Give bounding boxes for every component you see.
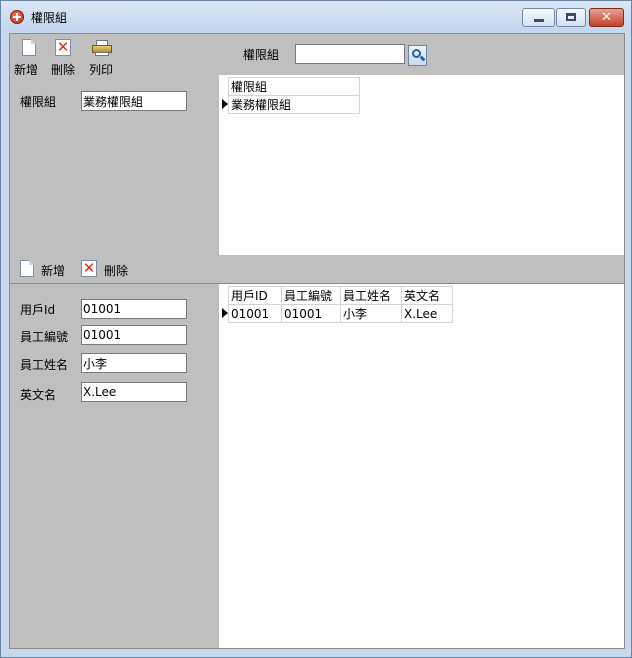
english-name-label: 英文名 <box>20 388 57 402</box>
user-grid-panel: 用戶ID 員工編號 員工姓名 英文名 01001 01001 小李 X.Lee <box>219 284 624 648</box>
group-label: 權限組 <box>20 95 57 109</box>
group-form-panel: 權限組 <box>10 75 219 255</box>
table-row[interactable]: 業務權限組 <box>219 95 360 114</box>
client-area: 新增 ✕ 刪除 列印 權限組 權限組 業務權限組 權限組 業務權限組 新增 ✕ … <box>9 33 625 649</box>
minimize-icon <box>534 19 544 22</box>
close-button[interactable]: ✕ <box>589 8 624 27</box>
detail-delete-button[interactable]: ✕ 刪除 <box>80 258 134 280</box>
group-grid-panel: 權限組 業務權限組 <box>219 75 624 255</box>
detail-toolbar: 新增 ✕ 刪除 <box>10 255 624 283</box>
table-row[interactable]: 01001 01001 小李 X.Lee <box>219 304 453 323</box>
employee-name-field[interactable] <box>81 353 187 373</box>
main-toolbar: 新增 ✕ 刪除 列印 權限組 <box>10 34 624 77</box>
new-document-icon <box>22 39 36 56</box>
employee-no-field[interactable] <box>81 325 187 345</box>
user-grid: 用戶ID 員工編號 員工姓名 英文名 01001 01001 小李 X.Lee <box>219 286 453 323</box>
delete-icon: ✕ <box>55 38 71 56</box>
minimize-button[interactable] <box>522 8 555 27</box>
group-grid-cell[interactable]: 業務權限組 <box>228 95 360 114</box>
title-bar[interactable]: 權限組 ✕ <box>1 1 631 31</box>
detail-new-button[interactable]: 新增 <box>18 258 70 280</box>
user-grid-cell[interactable]: 01001 <box>228 304 282 323</box>
user-grid-cell[interactable]: X.Lee <box>401 304 453 323</box>
user-grid-header-userid[interactable]: 用戶ID <box>228 286 282 305</box>
group-grid-header[interactable]: 權限組 <box>228 77 360 96</box>
app-window: 權限組 ✕ 新增 ✕ 刪除 列印 權限組 權限組 業務權限組 權限組 業務權限組… <box>0 0 632 658</box>
user-id-field[interactable] <box>81 299 187 319</box>
employee-name-label: 員工姓名 <box>20 358 69 372</box>
user-grid-header-empno[interactable]: 員工編號 <box>281 286 341 305</box>
detail-delete-label: 刪除 <box>104 264 129 278</box>
row-selector-icon <box>219 305 229 323</box>
search-label: 權限組 <box>243 48 280 62</box>
employee-no-label: 員工編號 <box>20 330 69 344</box>
user-grid-header-empname[interactable]: 員工姓名 <box>340 286 402 305</box>
close-icon: ✕ <box>601 10 612 25</box>
user-grid-cell[interactable]: 01001 <box>281 304 341 323</box>
user-grid-cell[interactable]: 小李 <box>340 304 402 323</box>
maximize-icon <box>566 13 576 21</box>
new-document-icon <box>20 260 34 277</box>
user-form-panel: 用戶Id 員工編號 員工姓名 英文名 <box>10 284 219 648</box>
detail-new-label: 新增 <box>41 264 66 278</box>
group-grid: 權限組 業務權限組 <box>219 77 360 114</box>
row-selector-icon <box>219 96 229 114</box>
user-grid-header-enname[interactable]: 英文名 <box>401 286 453 305</box>
group-name-field[interactable] <box>81 91 187 111</box>
maximize-button[interactable] <box>556 8 586 27</box>
window-title: 權限組 <box>31 11 68 25</box>
english-name-field[interactable] <box>81 382 187 402</box>
printer-icon <box>92 40 112 56</box>
user-id-label: 用戶Id <box>20 303 56 317</box>
search-input[interactable] <box>295 44 405 64</box>
app-globe-icon <box>10 10 24 24</box>
search-button[interactable] <box>408 45 427 66</box>
delete-icon: ✕ <box>81 259 97 277</box>
